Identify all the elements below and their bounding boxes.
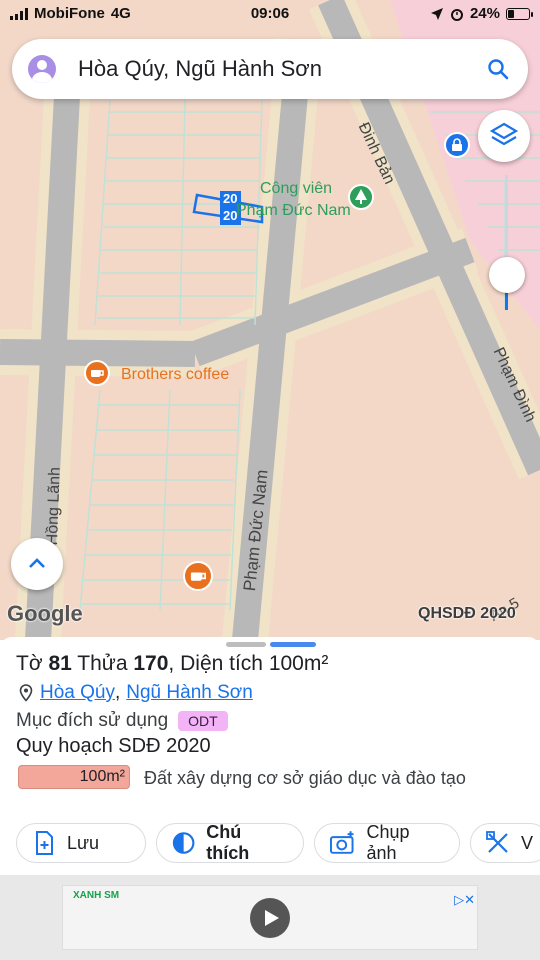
- overlay-tag: QHSDĐ 2020: [418, 605, 516, 622]
- legend-label: Chú thích: [206, 822, 250, 863]
- action-buttons: Lưu Chú thích Chụp ảnh V: [16, 822, 540, 863]
- legend-button[interactable]: Chú thích: [156, 822, 304, 863]
- search-query[interactable]: Hòa Qúy, Ngũ Hành Sơn: [78, 56, 322, 82]
- battery-percent: 24%: [469, 5, 500, 22]
- chevron-up-icon: [29, 558, 45, 568]
- park-tree-icon[interactable]: [348, 184, 374, 210]
- google-logo: Google: [7, 601, 83, 626]
- camera-icon: [329, 831, 354, 854]
- pin-icon: [19, 684, 33, 702]
- save-button[interactable]: Lưu: [16, 823, 146, 863]
- status-bar: MobiFone 4G 09:06 24%: [0, 0, 540, 28]
- drag-handle-left[interactable]: [226, 642, 266, 647]
- park-label-line2[interactable]: Phạm Đức Nam: [236, 202, 351, 220]
- land-purpose-row: Mục đích sử dụng ODT: [16, 710, 228, 732]
- search-icon[interactable]: [486, 57, 510, 81]
- cafe-marker-icon[interactable]: [84, 360, 110, 386]
- measure-icon: [486, 831, 508, 853]
- capture-label: Chụp ảnh: [366, 822, 410, 863]
- ad-content[interactable]: XANH SM ▷✕: [62, 885, 478, 950]
- save-label: Lưu: [67, 832, 100, 853]
- ad-choices-icon[interactable]: ▷✕: [454, 892, 475, 908]
- capture-button[interactable]: Chụp ảnh: [314, 822, 460, 863]
- parcel-location: Hòa Qúy, Ngũ Hành Sơn: [18, 682, 253, 704]
- search-bar[interactable]: Hòa Qúy, Ngũ Hành Sơn: [12, 39, 528, 99]
- layers-button[interactable]: [478, 110, 530, 162]
- area-chip: 100m²: [18, 765, 130, 789]
- layers-icon: [489, 122, 519, 146]
- expand-up-button[interactable]: [11, 538, 63, 590]
- park-label-line1[interactable]: Công viên: [260, 180, 332, 198]
- play-icon[interactable]: [250, 898, 290, 938]
- drag-handle-right[interactable]: [270, 642, 316, 647]
- street-label-hong-lanh: Hồng Lãnh: [44, 466, 64, 546]
- measure-button[interactable]: V: [470, 823, 540, 863]
- cafe-label[interactable]: Brothers coffee: [121, 366, 229, 384]
- battery-icon: [506, 7, 533, 20]
- parcel-info-panel: Tờ 81 Thửa 170, Diện tích 100m² Hòa Qúy,…: [0, 637, 540, 960]
- district-link[interactable]: Ngũ Hành Sơn: [126, 682, 253, 704]
- ad-banner[interactable]: XANH SM ▷✕: [0, 875, 540, 960]
- avatar[interactable]: [28, 55, 56, 83]
- land-use-description: Đất xây dựng cơ sở giáo dục và đào tạo: [144, 768, 466, 788]
- save-icon: [36, 831, 53, 855]
- plan-title: Quy hoạch SDĐ 2020: [16, 735, 211, 757]
- lock-poi-icon[interactable]: [444, 132, 470, 158]
- opacity-slider-thumb[interactable]: [489, 257, 525, 293]
- location-arrow-icon: [430, 7, 443, 20]
- cafe-marker-icon-2[interactable]: [183, 561, 213, 591]
- alarm-icon: [450, 8, 463, 21]
- purpose-badge: ODT: [178, 711, 228, 731]
- purpose-label: Mục đích sử dụng: [16, 710, 169, 731]
- measure-label: V: [520, 832, 533, 853]
- legend-icon: [172, 832, 195, 854]
- parcel-title: Tờ 81 Thửa 170, Diện tích 100m²: [16, 652, 329, 675]
- ad-brand: XANH SM: [73, 890, 120, 901]
- ward-link[interactable]: Hòa Qúy: [40, 682, 115, 704]
